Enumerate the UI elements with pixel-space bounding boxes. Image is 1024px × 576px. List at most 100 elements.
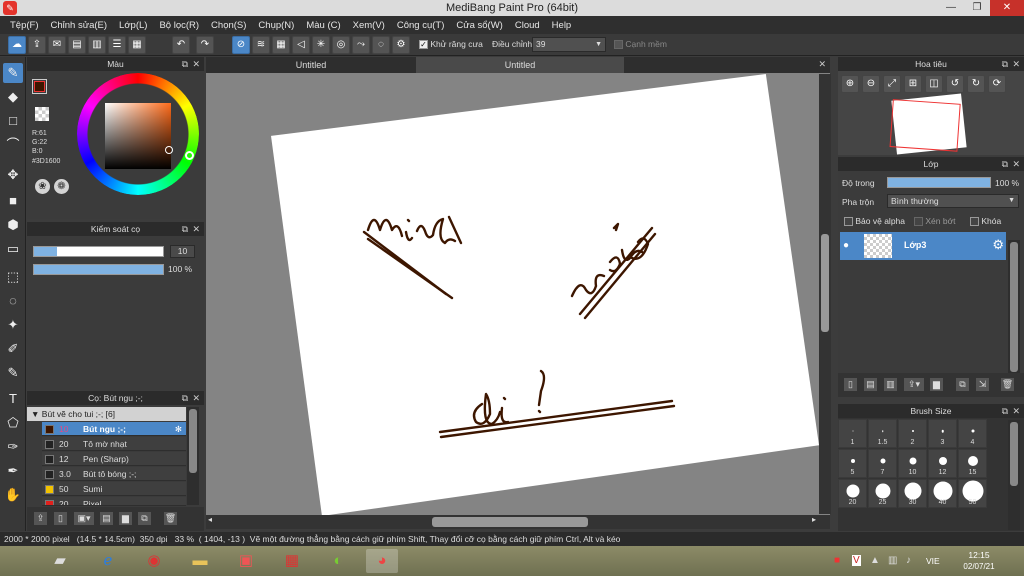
- navigator-viewport[interactable]: [889, 99, 961, 152]
- network-icon[interactable]: ▥: [888, 555, 897, 566]
- layer-row[interactable]: ● Lớp3 ⚙: [840, 232, 1006, 260]
- new-8bit-layer-icon[interactable]: ▥: [883, 377, 898, 392]
- layer-panel: Lớp ⧉ ✕ Độ trong 100 % Pha trộn Bình thườn…: [838, 157, 1024, 397]
- brush-size-5[interactable]: 5: [838, 449, 867, 478]
- flip-icon[interactable]: ◫: [925, 75, 943, 93]
- status-bar: 2000 * 2000 pixel (14.5 * 14.5cm) 350 dp…: [0, 532, 1024, 546]
- reset-icon[interactable]: ⟳: [988, 75, 1006, 93]
- brush-size-10[interactable]: 10: [898, 449, 927, 478]
- rotate-right-icon[interactable]: ↻: [967, 75, 985, 93]
- chrome-icon[interactable]: ◉: [138, 549, 170, 573]
- zoom-level: 33 %: [174, 534, 195, 544]
- brush-size-15[interactable]: 15: [958, 449, 987, 478]
- brush-size-label: 15: [968, 469, 977, 476]
- antivirus-icon[interactable]: V: [852, 555, 861, 566]
- clock-time[interactable]: 12:15: [955, 550, 1003, 560]
- popout-icon[interactable]: ⧉: [1002, 57, 1008, 71]
- layer-header: Lớp ⧉ ✕: [838, 157, 1024, 171]
- brush-size-label: 4: [970, 439, 975, 446]
- file-explorer-icon[interactable]: ▬: [184, 549, 216, 573]
- brush-size-label: 20: [848, 499, 857, 506]
- blend-label: Pha trộn: [842, 197, 875, 207]
- brush-size-40[interactable]: 40: [928, 479, 957, 508]
- layer-scrollbar[interactable]: [1008, 240, 1020, 374]
- brush-size-30[interactable]: 30: [898, 479, 927, 508]
- status-hint: Vẽ một đường thẳng bằng cách giữ phím Sh…: [249, 534, 621, 544]
- chevron-down-icon: ▼: [1008, 197, 1015, 204]
- app-grid-icon[interactable]: ▦: [276, 549, 308, 573]
- brush-size-scrollbar[interactable]: [1008, 420, 1020, 530]
- close-icon[interactable]: ✕: [1012, 57, 1020, 71]
- clock-date[interactable]: 02/07/21: [955, 562, 1003, 571]
- brush-size-1-5[interactable]: 1.5: [868, 419, 897, 448]
- brush-size-25[interactable]: 25: [868, 479, 897, 508]
- canvas-vertical-scrollbar[interactable]: [819, 74, 831, 514]
- clip-studio-icon[interactable]: ◐: [322, 549, 354, 573]
- lock-option[interactable]: Khóa: [970, 216, 1002, 227]
- arrow-left-icon[interactable]: ◂: [208, 515, 212, 524]
- lock-label: Khóa: [981, 216, 1002, 226]
- popout-icon[interactable]: ⧉: [1002, 404, 1008, 418]
- word-2-stroke: [570, 222, 650, 298]
- layer-name: Lớp3: [904, 240, 927, 250]
- navigator-panel: Hoa tiêu ⧉ ✕ ⊕ ⊖ ⤢ ⊞ ◫ ↺ ↻ ⟳: [838, 57, 1024, 155]
- image-size: 2000 * 2000 pixel: [4, 534, 70, 544]
- brush-size-12[interactable]: 12: [928, 449, 957, 478]
- brush-size-label: 3: [940, 439, 945, 446]
- brush-size-2[interactable]: 2: [898, 419, 927, 448]
- brush-size-label: 5: [850, 469, 855, 476]
- brush-size-4[interactable]: 4: [958, 419, 987, 448]
- zoom-in-icon[interactable]: ⊕: [841, 75, 859, 93]
- duplicate-layer-icon[interactable]: ⧉: [955, 377, 970, 392]
- chevron-up-icon[interactable]: ▲: [870, 555, 880, 566]
- rotate-left-icon[interactable]: ↺: [946, 75, 964, 93]
- volume-icon[interactable]: ♪: [906, 555, 911, 566]
- brush-size-7[interactable]: 7: [868, 449, 897, 478]
- brush-size-3[interactable]: 3: [928, 419, 957, 448]
- protect-alpha-option[interactable]: Bảo vệ alpha: [844, 216, 905, 227]
- trash-icon[interactable]: 🗑: [1000, 377, 1015, 392]
- brush-size-label: 10: [908, 469, 917, 476]
- close-icon[interactable]: ✕: [1012, 404, 1020, 418]
- close-icon[interactable]: ✕: [1012, 157, 1020, 171]
- fit-icon[interactable]: ⤢: [883, 75, 901, 93]
- brush-size-label: 40: [938, 499, 947, 506]
- clipping-label: Xén bớt: [925, 216, 956, 226]
- physical-size: (14.5 * 14.5cm): [76, 534, 135, 544]
- brush-size-label: 12: [938, 469, 947, 476]
- bluestacks-icon[interactable]: ▰: [44, 549, 76, 573]
- canvas-horizontal-scrollbar[interactable]: ◂ ▸: [206, 515, 830, 529]
- internet-explorer-icon[interactable]: ℯ: [92, 549, 124, 573]
- clipping-checkbox[interactable]: [914, 217, 923, 227]
- new-layer-icon[interactable]: ▯: [843, 377, 858, 392]
- brush-size-label: 2: [910, 439, 915, 446]
- brush-size-label: 30: [908, 499, 917, 506]
- layer-thumbnail: [864, 234, 892, 258]
- gear-icon[interactable]: ⚙: [992, 237, 1004, 253]
- brush-size-1[interactable]: 1: [838, 419, 867, 448]
- clipping-option[interactable]: Xén bớt: [914, 216, 956, 227]
- folder-icon[interactable]: ▆: [929, 377, 944, 392]
- actual-size-icon[interactable]: ⊞: [904, 75, 922, 93]
- word-2-underline-a: [578, 226, 654, 316]
- language-indicator[interactable]: VIE: [926, 556, 940, 566]
- popout-icon[interactable]: ⧉: [1002, 157, 1008, 171]
- medibang-taskbar-icon[interactable]: ◕: [366, 549, 398, 573]
- lock-checkbox[interactable]: [970, 217, 979, 227]
- brush-size-panel: Brush Size ⧉ ✕ 1 1.5 2 3 4 5 7 10 12 15 20…: [838, 404, 1024, 531]
- office-icon[interactable]: ▣: [230, 549, 262, 573]
- tray-icon[interactable]: ■: [834, 555, 840, 566]
- navigator-thumbnail[interactable]: [889, 93, 967, 155]
- dpi: 350 dpi: [139, 534, 168, 544]
- new-halftone-layer-icon[interactable]: ▤: [863, 377, 878, 392]
- layer-opacity-slider[interactable]: [887, 177, 991, 188]
- blend-select[interactable]: Bình thường ▼: [887, 194, 1019, 208]
- zoom-out-icon[interactable]: ⊖: [862, 75, 880, 93]
- layer-add-menu-icon[interactable]: ⇪▾: [903, 377, 925, 392]
- eye-icon[interactable]: ●: [843, 240, 849, 251]
- protect-alpha-checkbox[interactable]: [844, 217, 853, 227]
- brush-size-20[interactable]: 20: [838, 479, 867, 508]
- merge-layer-icon[interactable]: ⇲: [975, 377, 990, 392]
- brush-size-50[interactable]: 50: [958, 479, 987, 508]
- arrow-right-icon[interactable]: ▸: [812, 515, 816, 524]
